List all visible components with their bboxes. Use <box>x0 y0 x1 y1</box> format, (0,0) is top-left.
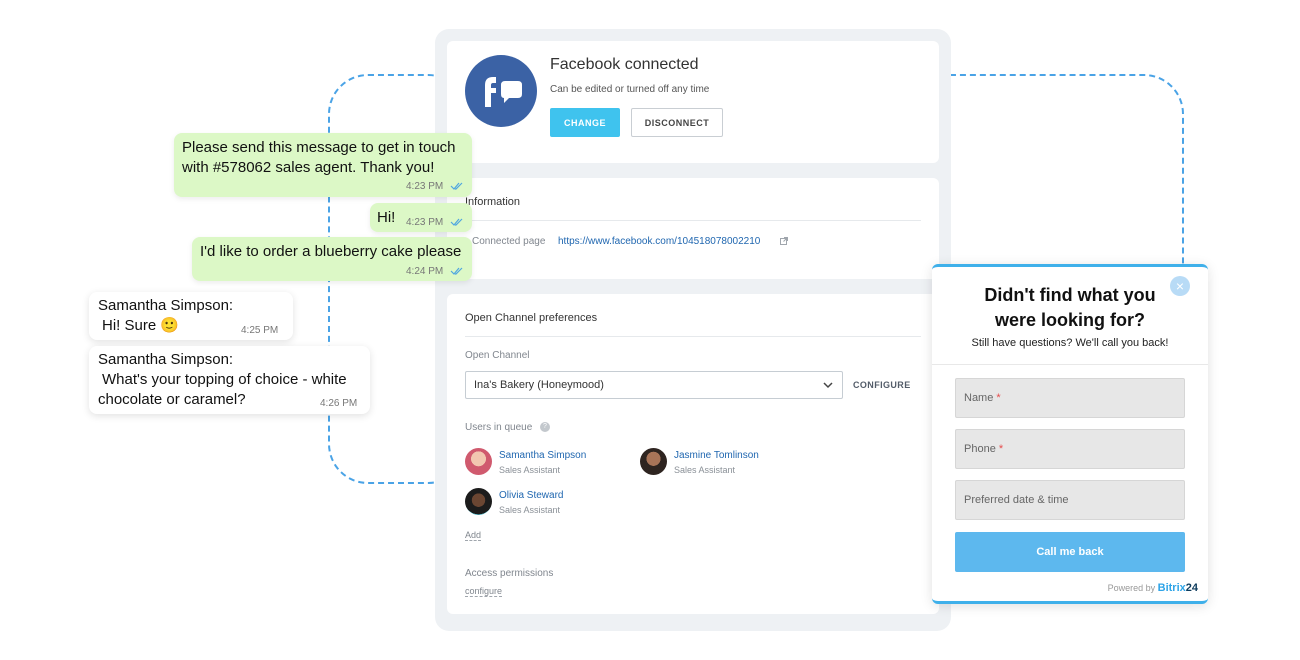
facebook-subtitle: Can be edited or turned off any time <box>550 84 710 95</box>
chevron-down-icon <box>823 382 833 389</box>
message-time: 4:23 PM <box>406 217 444 228</box>
open-channel-value: Ina's Bakery (Honeymood) <box>474 379 604 391</box>
message-text: What's your topping of choice - white <box>102 371 347 388</box>
dashed-connector-right <box>940 74 1184 274</box>
message-time: 4:26 PM <box>320 398 358 409</box>
bitrix24-logo: Bitrix24 <box>1158 582 1198 594</box>
configure-button[interactable]: CONFIGURE <box>853 380 911 390</box>
disconnect-button[interactable]: DISCONNECT <box>631 108 723 137</box>
avatar <box>640 448 667 475</box>
name-placeholder: Name <box>964 392 994 404</box>
message-sender: Samantha Simpson: <box>98 297 234 314</box>
widget-title-line: were looking for? <box>994 310 1145 330</box>
avatar <box>465 488 492 515</box>
user-role: Sales Assistant <box>499 465 561 475</box>
information-card: Information Connected page https://www.f… <box>447 178 939 279</box>
chat-message-outgoing: I'd like to order a blueberry cake pleas… <box>192 237 472 281</box>
users-in-queue-label: Users in queue <box>465 422 533 433</box>
powered-by-text: Powered by <box>1107 583 1156 593</box>
open-channel-select[interactable]: Ina's Bakery (Honeymood) <box>465 371 843 399</box>
user-name: Samantha Simpson <box>499 450 587 461</box>
widget-title-line: Didn't find what you <box>984 285 1156 305</box>
user-role: Sales Assistant <box>674 465 736 475</box>
divider <box>465 336 921 337</box>
double-check-icon <box>450 182 463 190</box>
message-text: Hi! <box>377 209 396 226</box>
name-field[interactable]: Name * <box>955 378 1185 418</box>
powered-by: Powered by Bitrix24 <box>1108 582 1198 594</box>
chat-message-outgoing: Hi! 4:23 PM <box>370 203 472 232</box>
message-text: with #578062 sales agent. Thank you! <box>182 159 435 176</box>
message-text: Please send this message to get in touch <box>182 139 456 156</box>
connected-page-label: Connected page <box>472 236 546 247</box>
help-icon[interactable]: ? <box>540 422 550 432</box>
double-check-icon <box>450 267 463 275</box>
external-link-icon[interactable] <box>780 237 788 245</box>
datetime-placeholder: Preferred date & time <box>964 494 1069 506</box>
add-user-link[interactable]: Add <box>465 530 482 541</box>
preferences-card: Open Channel preferences Open Channel In… <box>447 294 939 614</box>
message-text: Hi! Sure 🙂 <box>102 317 180 334</box>
brand-name: Bitrix <box>1157 582 1186 594</box>
required-mark: * <box>996 392 1001 404</box>
message-text: I'd like to order a blueberry cake pleas… <box>200 243 462 260</box>
double-check-icon <box>450 218 463 226</box>
connected-page-link[interactable]: https://www.facebook.com/104518078002210 <box>558 236 760 247</box>
user-role: Sales Assistant <box>499 505 561 515</box>
facebook-title: Facebook connected <box>550 56 699 73</box>
information-heading: Information <box>465 196 521 208</box>
open-channel-label: Open Channel <box>465 350 530 361</box>
message-time: 4:24 PM <box>406 266 444 277</box>
phone-field[interactable]: Phone * <box>955 429 1185 469</box>
datetime-field[interactable]: Preferred date & time <box>955 480 1185 520</box>
brand-number: 24 <box>1185 582 1198 594</box>
access-permissions-label: Access permissions <box>465 568 554 579</box>
message-time: 4:25 PM <box>241 325 279 336</box>
widget-subtitle: Still have questions? We'll call you bac… <box>971 337 1169 349</box>
access-configure-link[interactable]: configure <box>465 586 503 597</box>
user-name: Jasmine Tomlinson <box>674 450 759 461</box>
chat-message-incoming: Samantha Simpson: Hi! Sure 🙂 4:25 PM <box>89 292 293 340</box>
phone-placeholder: Phone <box>964 443 996 455</box>
facebook-messenger-icon <box>465 55 537 127</box>
callback-widget: × Didn't find what you were looking for?… <box>932 264 1208 604</box>
preferences-heading: Open Channel preferences <box>465 312 598 324</box>
chat-message-incoming: Samantha Simpson: What's your topping of… <box>89 346 370 414</box>
message-time: 4:23 PM <box>406 181 444 192</box>
call-me-back-button[interactable]: Call me back <box>955 532 1185 572</box>
user-name: Olivia Steward <box>499 490 564 501</box>
facebook-card: Facebook connected Can be edited or turn… <box>447 41 939 163</box>
avatar <box>465 448 492 475</box>
change-button[interactable]: CHANGE <box>550 108 620 137</box>
message-sender: Samantha Simpson: <box>98 351 234 368</box>
widget-title: Didn't find what you were looking for? <box>932 283 1208 333</box>
settings-panel: Facebook connected Can be edited or turn… <box>435 29 951 631</box>
divider <box>932 364 1208 365</box>
chat-message-outgoing: Please send this message to get in touch… <box>174 133 472 197</box>
message-text: chocolate or caramel? <box>98 391 246 408</box>
required-mark: * <box>998 443 1004 455</box>
divider <box>465 220 921 221</box>
